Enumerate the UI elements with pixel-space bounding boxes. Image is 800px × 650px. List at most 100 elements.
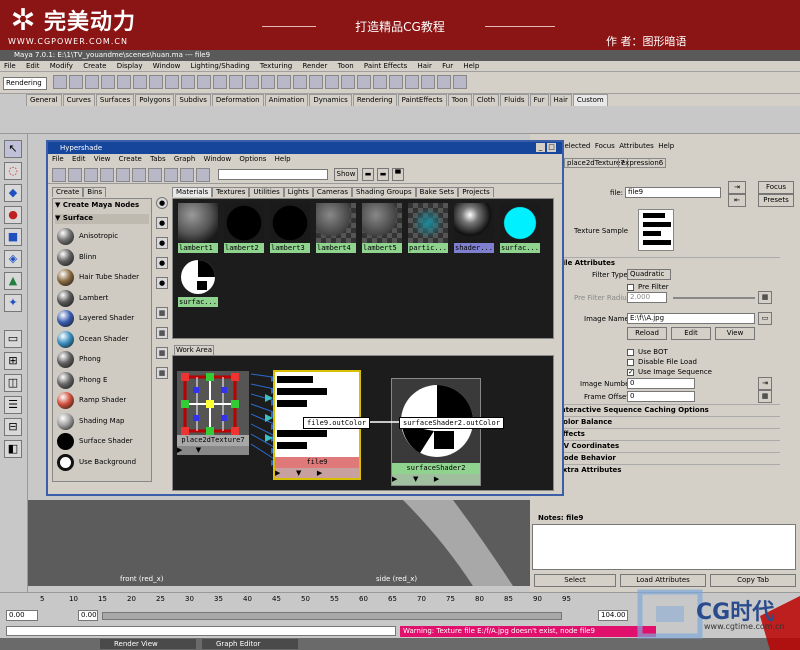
lasso-tool-icon[interactable]: ◌ [4,162,22,180]
material-swatch[interactable]: shader... [453,203,495,255]
ae-tab-expression[interactable]: expression6 [618,158,667,168]
tool-icon[interactable] [341,75,355,89]
maximize-icon[interactable]: □ [547,143,556,152]
tool-icon[interactable] [293,75,307,89]
tool-icon[interactable] [325,75,339,89]
hs-tool-icon[interactable] [196,168,210,182]
frame-offset-field[interactable]: 0 [627,391,695,402]
graph-tool-icon[interactable]: ▦ [156,327,168,339]
shelf-tab-subdivs[interactable]: Subdivs [175,94,211,106]
menu-help[interactable]: Help [463,62,479,70]
map-button-icon[interactable]: ▦ [758,390,772,403]
go-output-icon[interactable]: ⇤ [728,194,746,207]
tool-icon[interactable] [69,75,83,89]
tool-icon[interactable] [309,75,323,89]
create-node-item[interactable]: Anisotropic [57,227,153,246]
caching-section[interactable]: Interactive Sequence Caching Options [530,404,780,415]
tool-icon[interactable] [85,75,99,89]
color-balance-section[interactable]: Color Balance [530,416,780,427]
bins-tab[interactable]: Bins [83,187,107,197]
swatch-icon[interactable]: ● [156,277,168,289]
menu-hair[interactable]: Hair [418,62,432,70]
shelf-tab-deformation[interactable]: Deformation [211,94,264,106]
node-behavior-section[interactable]: Node Behavior [530,452,780,463]
create-node-item[interactable]: Lambert [57,289,153,308]
tool-icon[interactable] [229,75,243,89]
tool-icon[interactable] [357,75,371,89]
show-button[interactable]: Show [334,168,358,181]
go-input-icon[interactable]: ⇥ [728,181,746,194]
textures-tab[interactable]: Textures [212,187,250,197]
layout-single-icon[interactable]: ▭ [4,330,22,348]
hs-menu-options[interactable]: Options [239,155,266,163]
create-node-item[interactable]: Surface Shader [57,432,153,451]
hs-menu-create[interactable]: Create [119,155,142,163]
tool-icon[interactable] [277,75,291,89]
material-swatch[interactable]: lambert2 [223,203,265,255]
hs-tool-icon[interactable] [164,168,178,182]
create-node-item[interactable]: Phong E [57,371,153,390]
create-tab[interactable]: Create [52,187,84,197]
edit-button[interactable]: Edit [671,327,711,340]
shelf-tab-rendering[interactable]: Rendering [352,94,397,106]
ae-menu-focus[interactable]: Focus [595,142,615,150]
uv-coordinates-section[interactable]: UV Coordinates [530,440,780,451]
manipulator-tool-icon[interactable]: ◈ [4,250,22,268]
use-bot-checkbox[interactable] [627,349,634,356]
tool-icon[interactable] [165,75,179,89]
scale-tool-icon[interactable]: ■ [4,228,22,246]
shelf-tab-polygons[interactable]: Polygons [135,94,175,106]
place2d-node[interactable]: place2dTexture7 ▶ ▼ [177,371,249,455]
reload-button[interactable]: Reload [627,327,667,340]
create-maya-nodes-header[interactable]: ▼ Create Maya Nodes [55,201,149,209]
shelf-tab-custom[interactable]: Custom [572,94,608,106]
swatch-icon[interactable]: ● [156,237,168,249]
material-swatch[interactable]: lambert3 [269,203,311,255]
tool-icon[interactable] [213,75,227,89]
shelf-tab-toon[interactable]: Toon [447,94,472,106]
hs-menu-view[interactable]: View [94,155,111,163]
hs-tool-icon[interactable] [116,168,130,182]
cameras-tab[interactable]: Cameras [312,187,352,197]
view-button[interactable]: View [715,327,755,340]
range-start-field[interactable]: 0.00 [6,610,38,621]
bake-sets-tab[interactable]: Bake Sets [415,187,459,197]
pre-filter-checkbox[interactable] [627,284,634,291]
pre-filter-radius-slider[interactable] [673,297,755,299]
notes-textarea[interactable] [532,524,796,570]
surface-header[interactable]: ▼ Surface [55,214,149,224]
hs-tool-icon[interactable] [100,168,114,182]
tool-icon[interactable] [117,75,131,89]
shelf-tab-hair[interactable]: Hair [549,94,572,106]
hs-tool-icon[interactable] [132,168,146,182]
tool-icon[interactable] [437,75,451,89]
menu-display[interactable]: Display [117,62,143,70]
projects-tab[interactable]: Projects [458,187,494,197]
file-node-name-field[interactable]: file9 [625,187,721,198]
tool-icon[interactable] [53,75,67,89]
task-graph-editor[interactable]: Graph Editor [202,639,298,649]
tool-icon[interactable] [133,75,147,89]
create-node-item[interactable]: Use Background [57,453,153,472]
material-swatch[interactable]: surfac... [499,203,541,255]
range-inner-start-field[interactable]: 0.00 [78,610,98,621]
layout-hypershade-icon[interactable]: ◧ [4,440,22,458]
shelf-tab-painteffects[interactable]: PaintEffects [397,94,447,106]
hs-menu-tabs[interactable]: Tabs [150,155,166,163]
tool-icon[interactable] [197,75,211,89]
tool-icon[interactable] [149,75,163,89]
side-viewport[interactable] [283,500,530,586]
create-node-item[interactable]: Ramp Shader [57,391,153,410]
select-tool-icon[interactable]: ↖ [4,140,22,158]
hs-tool-icon[interactable] [52,168,66,182]
layout-two-icon[interactable]: ◫ [4,374,22,392]
menu-fur[interactable]: Fur [442,62,453,70]
hs-tool-icon[interactable] [180,168,194,182]
tool-icon[interactable] [101,75,115,89]
layout-graph-icon[interactable]: ⊟ [4,418,22,436]
material-swatch[interactable]: lambert4 [315,203,357,255]
menu-file[interactable]: File [4,62,16,70]
hs-menu-help[interactable]: Help [275,155,291,163]
shelf-tab-curves[interactable]: Curves [62,94,95,106]
materials-tab[interactable]: Materials [172,187,213,197]
